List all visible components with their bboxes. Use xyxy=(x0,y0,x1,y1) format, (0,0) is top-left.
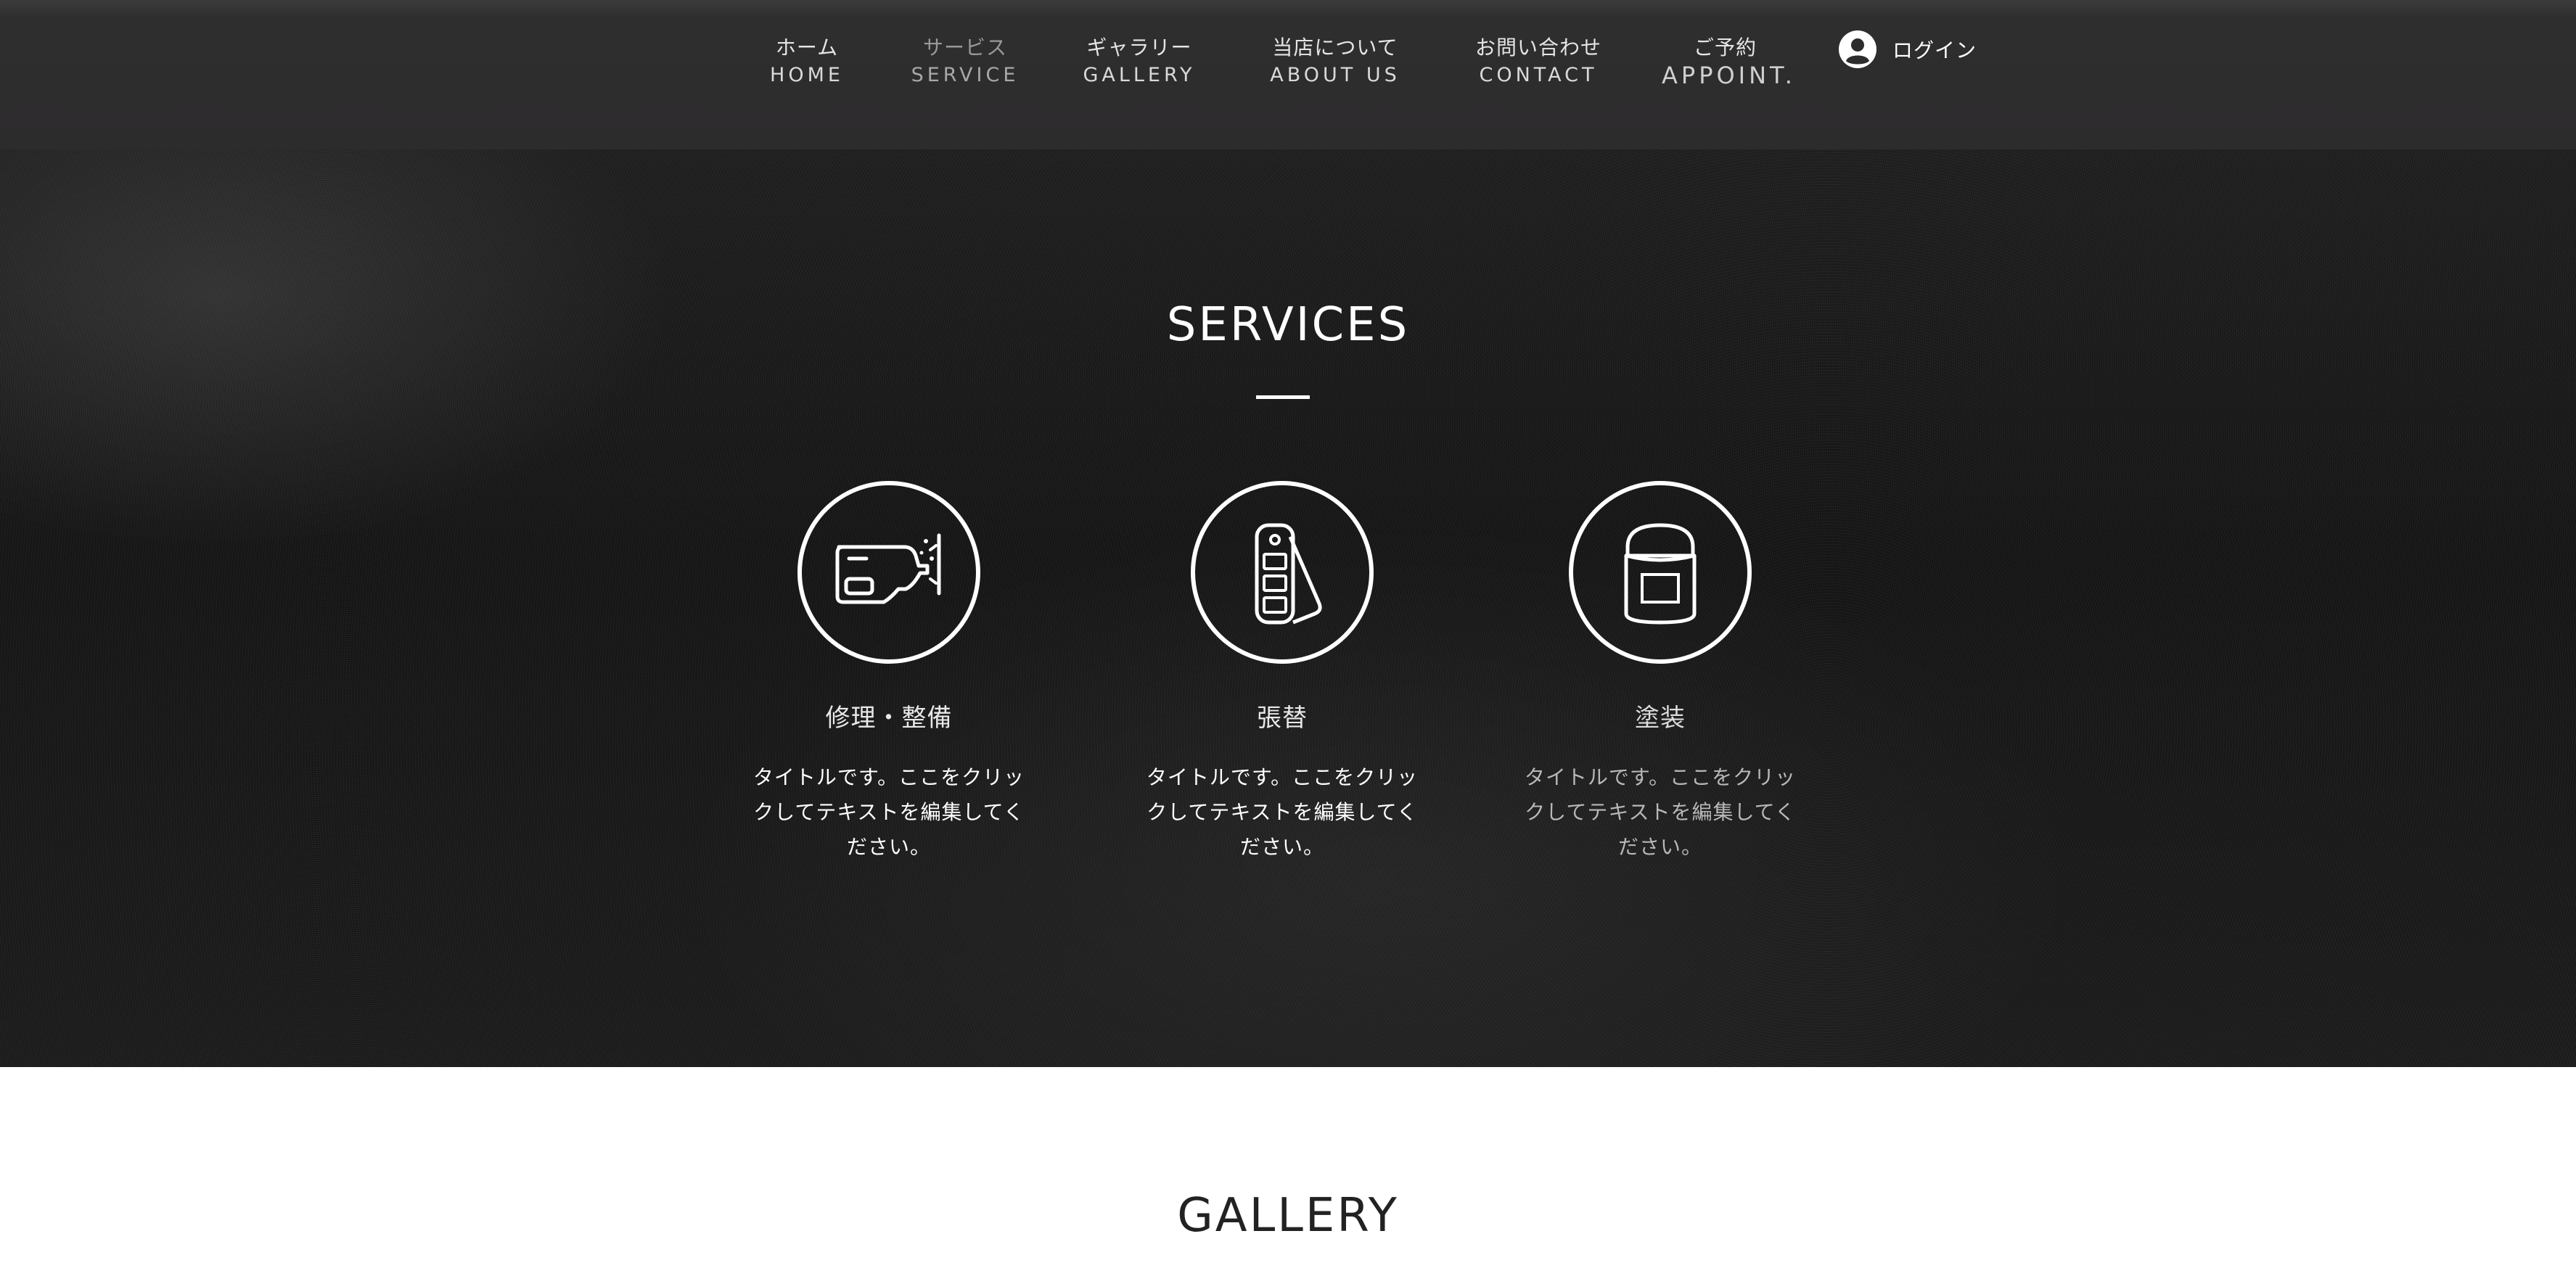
page: ホーム HOME サービス SERVICE ギャラリー GALLERY 当店につ… xyxy=(0,0,2576,1268)
nav-item-label-jp: 当店について xyxy=(1272,36,1398,59)
nav-item-label-en: SERVICE xyxy=(911,64,1020,86)
nav-item-label-jp: ご予約 xyxy=(1693,36,1757,59)
nav-item-label-en: APPOINT. xyxy=(1662,62,1796,89)
user-avatar-icon xyxy=(1839,30,1876,68)
nav-item-label-en: CONTACT xyxy=(1479,64,1598,86)
services-section: SERVICES 修理・整備 タイトルです。ここをクリックしてテキストを編集して… xyxy=(0,149,2576,1067)
login-label: ログイン xyxy=(1892,38,1977,62)
nav-item-label-jp: お問い合わせ xyxy=(1474,36,1601,59)
nav-item-home[interactable]: ホーム HOME xyxy=(760,35,854,88)
service-card-reupholster: 張替 タイトルです。ここをクリックしてテキストを編集してください。 xyxy=(1130,480,1435,865)
service-description[interactable]: タイトルです。ここをクリックしてテキストを編集してください。 xyxy=(1515,760,1805,865)
nav-item-label-en: HOME xyxy=(770,64,844,86)
service-card-repair: 修理・整備 タイトルです。ここをクリックしてテキストを編集してください。 xyxy=(737,480,1041,865)
service-card-painting: 塗装 タイトルです。ここをクリックしてテキストを編集してください。 xyxy=(1508,480,1813,865)
service-description[interactable]: タイトルです。ここをクリックしてテキストを編集してください。 xyxy=(744,760,1034,865)
site-header: ホーム HOME サービス SERVICE ギャラリー GALLERY 当店につ… xyxy=(0,0,2576,149)
nav-item-service[interactable]: サービス SERVICE xyxy=(903,35,1027,88)
nav-item-label-jp: サービス xyxy=(922,36,1007,59)
section-divider xyxy=(1256,395,1310,399)
color-swatch-icon[interactable] xyxy=(1190,480,1374,664)
nav-item-gallery[interactable]: ギャラリー GALLERY xyxy=(1078,35,1201,88)
nav-item-about-us[interactable]: 当店について ABOUT US xyxy=(1263,35,1408,88)
paint-bucket-icon[interactable] xyxy=(1568,480,1752,664)
nav-item-label-jp: ホーム xyxy=(775,36,839,59)
nav-item-contact[interactable]: お問い合わせ CONTACT xyxy=(1469,35,1607,88)
services-title: SERVICES xyxy=(1166,298,1410,352)
service-title: 塗装 xyxy=(1635,704,1686,733)
nav-item-label-en: GALLERY xyxy=(1083,64,1196,86)
nav-item-label-en: ABOUT US xyxy=(1270,64,1400,86)
service-title: 張替 xyxy=(1257,704,1308,733)
login-button[interactable]: ログイン xyxy=(1839,30,1977,68)
paint-spray-gun-icon[interactable] xyxy=(797,480,981,664)
nav-item-appoint[interactable]: ご予約 APPOINT. xyxy=(1662,35,1796,89)
nav-item-label-jp: ギャラリー xyxy=(1086,36,1192,59)
gallery-section: GALLERY xyxy=(0,1067,2576,1268)
gallery-title: GALLERY xyxy=(1177,1189,1399,1243)
service-title: 修理・整備 xyxy=(825,704,953,733)
service-description[interactable]: タイトルです。ここをクリックしてテキストを編集してください。 xyxy=(1137,760,1427,865)
